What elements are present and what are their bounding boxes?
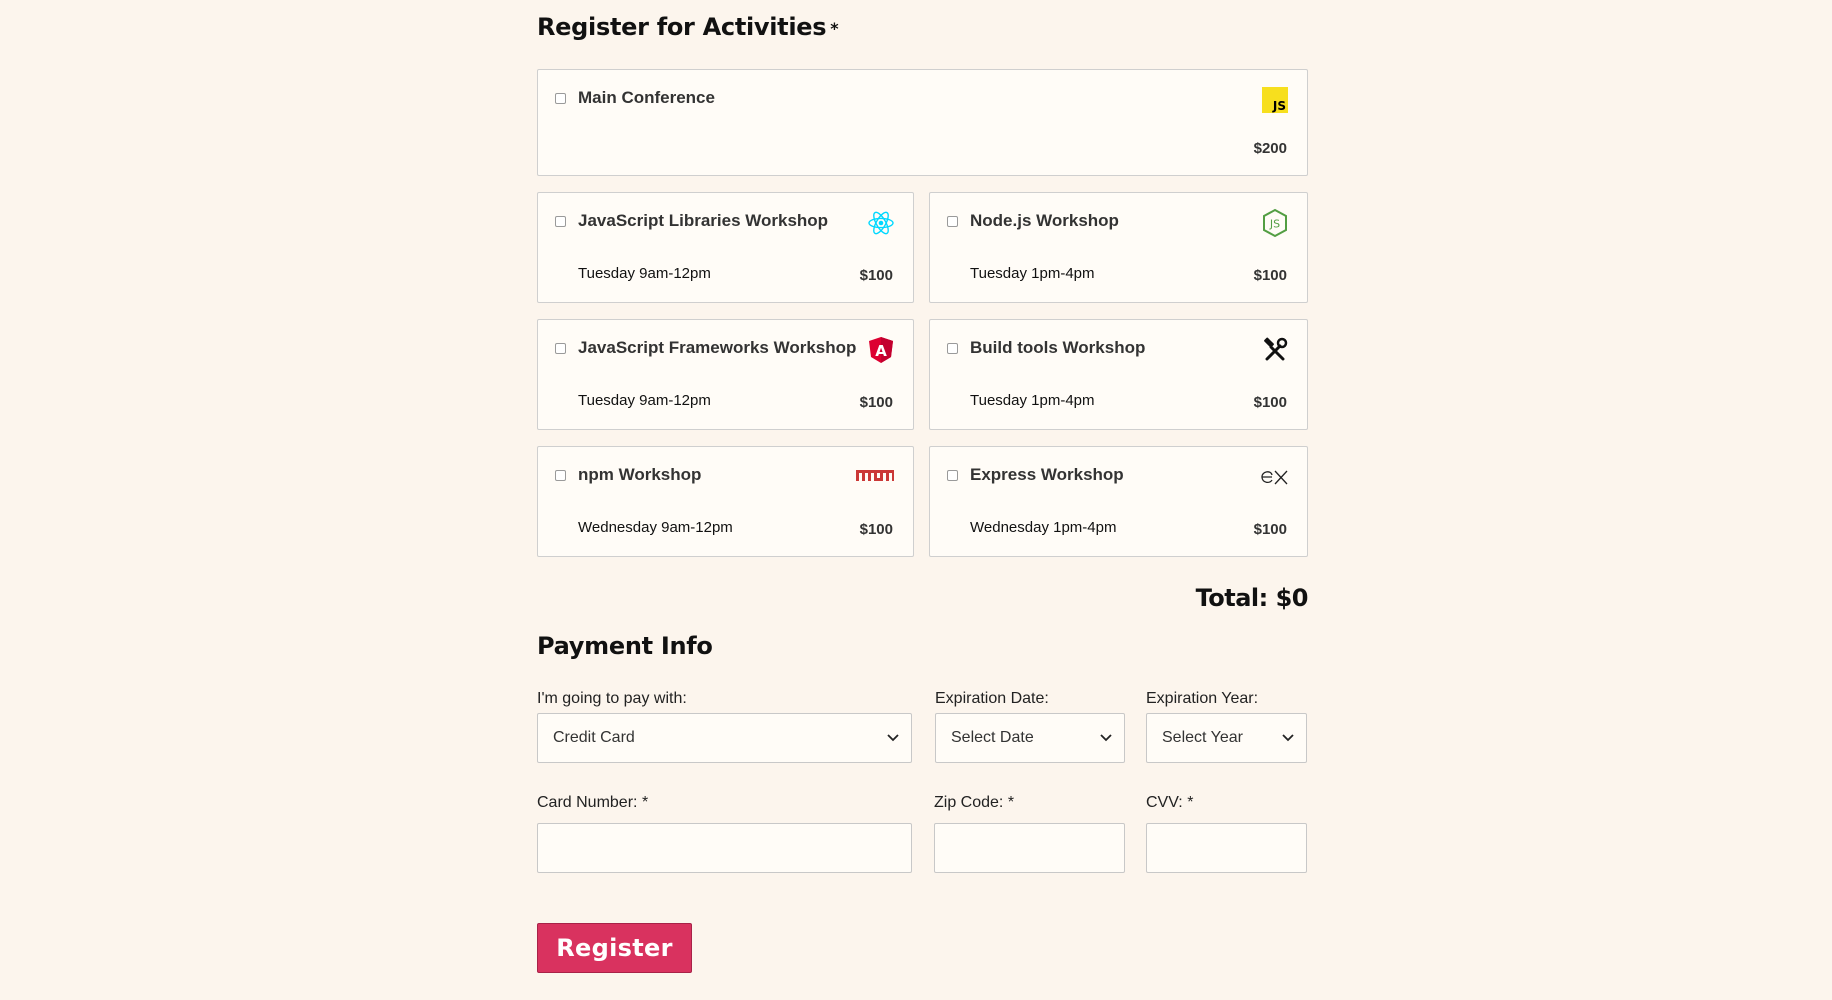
react-icon: [867, 209, 895, 237]
activity-checkbox[interactable]: [555, 343, 566, 354]
activity-checkbox[interactable]: [947, 470, 958, 481]
activity-time: Tuesday 9am-12pm: [578, 392, 711, 409]
svg-text:JS: JS: [1272, 99, 1286, 113]
cvv-input[interactable]: [1146, 823, 1307, 873]
chevron-down-icon: [887, 714, 899, 762]
card-number-input[interactable]: [537, 823, 912, 873]
activity-name: Main Conference: [578, 88, 715, 107]
activity-time: Tuesday 1pm-4pm: [970, 392, 1095, 409]
exp-year-value: Select Year: [1162, 729, 1243, 746]
activity-name: npm Workshop: [578, 465, 702, 484]
zip-label: Zip Code: *: [934, 794, 1014, 812]
activity-npm[interactable]: npm Workshop Wednesday 9am-12pm $100: [537, 446, 914, 557]
exp-year-select[interactable]: Select Year: [1146, 713, 1307, 763]
exp-year-label: Expiration Year:: [1146, 690, 1259, 707]
npm-icon: [855, 463, 895, 491]
activity-price: $100: [1253, 267, 1287, 284]
chevron-down-icon: [1100, 714, 1112, 762]
exp-date-value: Select Date: [951, 729, 1034, 746]
activity-name: Node.js Workshop: [970, 211, 1119, 230]
activity-checkbox[interactable]: [947, 343, 958, 354]
activity-js-frameworks[interactable]: JavaScript Frameworks Workshop A Tuesday…: [537, 319, 914, 430]
js-icon: JS: [1261, 86, 1289, 114]
cvv-label-text: CVV:: [1146, 794, 1183, 811]
activity-price: $100: [1253, 521, 1287, 538]
required-mark: *: [641, 794, 649, 811]
activity-price: $100: [859, 394, 893, 411]
activity-checkbox[interactable]: [947, 216, 958, 227]
activities-title: Register for Activities *: [537, 13, 839, 41]
register-button[interactable]: Register: [537, 923, 692, 973]
activity-express[interactable]: Express Workshop Wednesday 1pm-4pm $100: [929, 446, 1308, 557]
activity-build-tools[interactable]: Build tools Workshop Tuesday 1pm-4pm $10…: [929, 319, 1308, 430]
card-number-label: Card Number: *: [537, 794, 648, 812]
activity-time: Tuesday 1pm-4pm: [970, 265, 1095, 282]
required-mark: *: [830, 18, 839, 38]
nodejs-icon: JS: [1261, 208, 1289, 238]
activity-main-conference[interactable]: Main Conference JS $200: [537, 69, 1308, 176]
activity-nodejs[interactable]: Node.js Workshop JS Tuesday 1pm-4pm $100: [929, 192, 1308, 303]
payment-title: Payment Info: [537, 632, 713, 660]
activities-title-text: Register for Activities: [537, 13, 827, 41]
activity-time: Wednesday 9am-12pm: [578, 519, 733, 536]
activity-checkbox[interactable]: [555, 93, 566, 104]
svg-text:JS: JS: [1269, 218, 1280, 231]
express-icon: [1261, 463, 1289, 491]
chevron-down-icon: [1282, 714, 1294, 762]
required-mark: *: [1187, 794, 1194, 811]
payment-method-select[interactable]: Credit Card: [537, 713, 912, 763]
tools-icon: [1261, 336, 1289, 364]
activity-price: $100: [859, 267, 893, 284]
activity-name: JavaScript Libraries Workshop: [578, 211, 829, 230]
cvv-label: CVV: *: [1146, 794, 1193, 812]
svg-text:A: A: [875, 342, 887, 360]
activity-price: $100: [859, 521, 893, 538]
activity-js-libraries[interactable]: JavaScript Libraries Workshop Tuesday 9a…: [537, 192, 914, 303]
activity-time: Tuesday 9am-12pm: [578, 265, 711, 282]
total-cost: Total: $0: [1195, 584, 1309, 612]
activity-checkbox[interactable]: [555, 470, 566, 481]
activity-checkbox[interactable]: [555, 216, 566, 227]
activity-name: Build tools Workshop: [970, 338, 1146, 357]
angular-icon: A: [867, 336, 895, 364]
activity-name: JavaScript Frameworks Workshop: [578, 338, 857, 357]
exp-date-select[interactable]: Select Date: [935, 713, 1125, 763]
required-mark: *: [1007, 794, 1015, 811]
activity-price: $100: [1253, 394, 1287, 411]
payment-method-value: Credit Card: [553, 729, 635, 746]
zip-code-input[interactable]: [934, 823, 1125, 873]
activity-time: Wednesday 1pm-4pm: [970, 519, 1117, 536]
card-number-label-text: Card Number:: [537, 794, 638, 811]
exp-date-label: Expiration Date:: [935, 690, 1049, 707]
activity-price: $200: [1253, 140, 1287, 157]
zip-label-text: Zip Code:: [934, 794, 1004, 811]
activity-name: Express Workshop: [970, 465, 1124, 484]
pay-with-label: I'm going to pay with:: [537, 690, 687, 707]
